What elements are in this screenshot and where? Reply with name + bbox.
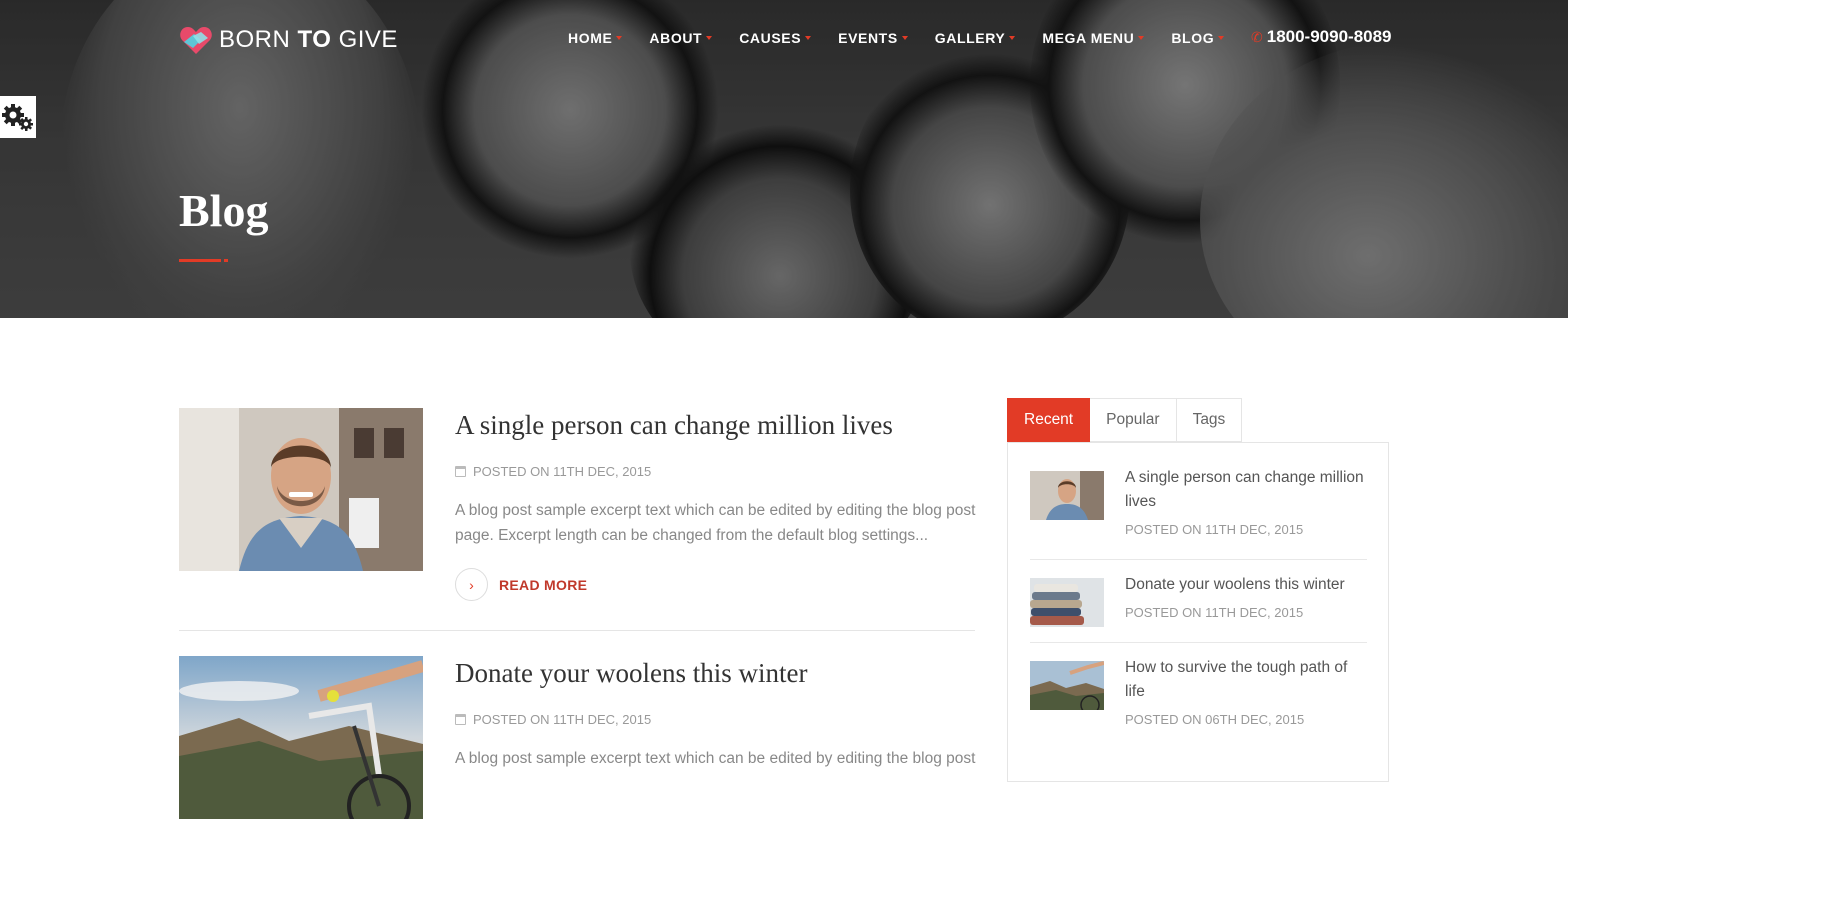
blog-post: Donate your woolens this winter POSTED O… bbox=[179, 656, 975, 819]
post-thumbnail[interactable] bbox=[179, 656, 423, 819]
chevron-down-icon bbox=[706, 36, 713, 40]
nav-item-gallery[interactable]: GALLERY bbox=[935, 30, 1016, 46]
nav-item-mega-menu[interactable]: MEGA MENU bbox=[1042, 30, 1145, 46]
nav-item-about[interactable]: ABOUT bbox=[649, 30, 713, 46]
settings-toggle[interactable] bbox=[0, 96, 36, 138]
nav-item-blog[interactable]: BLOG bbox=[1171, 30, 1225, 46]
nav-item-causes[interactable]: CAUSES bbox=[739, 30, 812, 46]
tab-recent[interactable]: Recent bbox=[1007, 398, 1091, 442]
chevron-down-icon bbox=[1009, 36, 1016, 40]
post-excerpt: A blog post sample excerpt text which ca… bbox=[455, 502, 976, 544]
recent-post-date: POSTED ON 11TH DEC, 2015 bbox=[1125, 605, 1304, 620]
tab-popular[interactable]: Popular bbox=[1090, 398, 1177, 442]
recent-post-title[interactable]: A single person can change million lives bbox=[1125, 466, 1367, 514]
chevron-down-icon bbox=[805, 36, 812, 40]
recent-post-thumbnail[interactable] bbox=[1030, 471, 1104, 520]
main-nav: HOME ABOUT CAUSES EVENTS GALLERY MEGA ME… bbox=[568, 30, 1225, 46]
man-portrait-image bbox=[1030, 471, 1104, 520]
nav-item-events[interactable]: EVENTS bbox=[838, 30, 908, 46]
man-portrait-image bbox=[179, 408, 423, 571]
blog-post: A single person can change million lives… bbox=[179, 408, 975, 632]
post-thumbnail[interactable] bbox=[179, 408, 423, 571]
calendar-icon bbox=[455, 466, 466, 477]
folded-clothes-image bbox=[1030, 578, 1104, 627]
tab-tags[interactable]: Tags bbox=[1176, 398, 1243, 442]
nav-item-home[interactable]: HOME bbox=[568, 30, 623, 46]
chevron-right-icon: › bbox=[455, 568, 488, 601]
recent-posts-widget: A single person can change million lives… bbox=[1007, 442, 1389, 782]
calendar-icon bbox=[455, 714, 466, 725]
post-excerpt: A blog post sample excerpt text which ca… bbox=[455, 750, 976, 767]
chevron-down-icon bbox=[901, 36, 908, 40]
recent-post-thumbnail[interactable] bbox=[1030, 661, 1104, 710]
read-more-link[interactable]: › READ MORE bbox=[455, 568, 587, 601]
post-divider bbox=[179, 630, 975, 631]
recent-post-date: POSTED ON 06TH DEC, 2015 bbox=[1125, 712, 1305, 727]
post-date: POSTED ON 11TH DEC, 2015 bbox=[455, 464, 651, 479]
post-title[interactable]: A single person can change million lives bbox=[455, 410, 893, 441]
chevron-down-icon bbox=[616, 36, 623, 40]
site-logo[interactable]: BORN TO GIVE bbox=[179, 24, 398, 56]
page-title: Blog bbox=[179, 185, 269, 236]
post-title[interactable]: Donate your woolens this winter bbox=[455, 658, 807, 689]
cyclist-mountain-image bbox=[179, 656, 423, 819]
chevron-down-icon bbox=[1218, 36, 1225, 40]
phone-icon: ✆ bbox=[1251, 28, 1263, 45]
recent-post-title[interactable]: How to survive the tough path of life bbox=[1125, 656, 1367, 704]
gears-icon bbox=[2, 104, 33, 131]
cyclist-mountain-image bbox=[1030, 661, 1104, 710]
recent-post-title[interactable]: Donate your woolens this winter bbox=[1125, 573, 1367, 597]
heart-hands-icon bbox=[180, 27, 212, 54]
divider bbox=[1030, 642, 1367, 643]
title-underline bbox=[179, 259, 221, 262]
sidebar-tabs: Recent Popular Tags bbox=[1007, 398, 1243, 442]
chevron-down-icon bbox=[1138, 36, 1145, 40]
phone-number[interactable]: ✆ 1800-9090-8089 bbox=[1251, 27, 1392, 47]
recent-post-date: POSTED ON 11TH DEC, 2015 bbox=[1125, 522, 1304, 537]
post-date: POSTED ON 11TH DEC, 2015 bbox=[455, 712, 651, 727]
site-name: BORN TO GIVE bbox=[219, 26, 398, 53]
recent-post-thumbnail[interactable] bbox=[1030, 578, 1104, 627]
divider bbox=[1030, 559, 1367, 560]
